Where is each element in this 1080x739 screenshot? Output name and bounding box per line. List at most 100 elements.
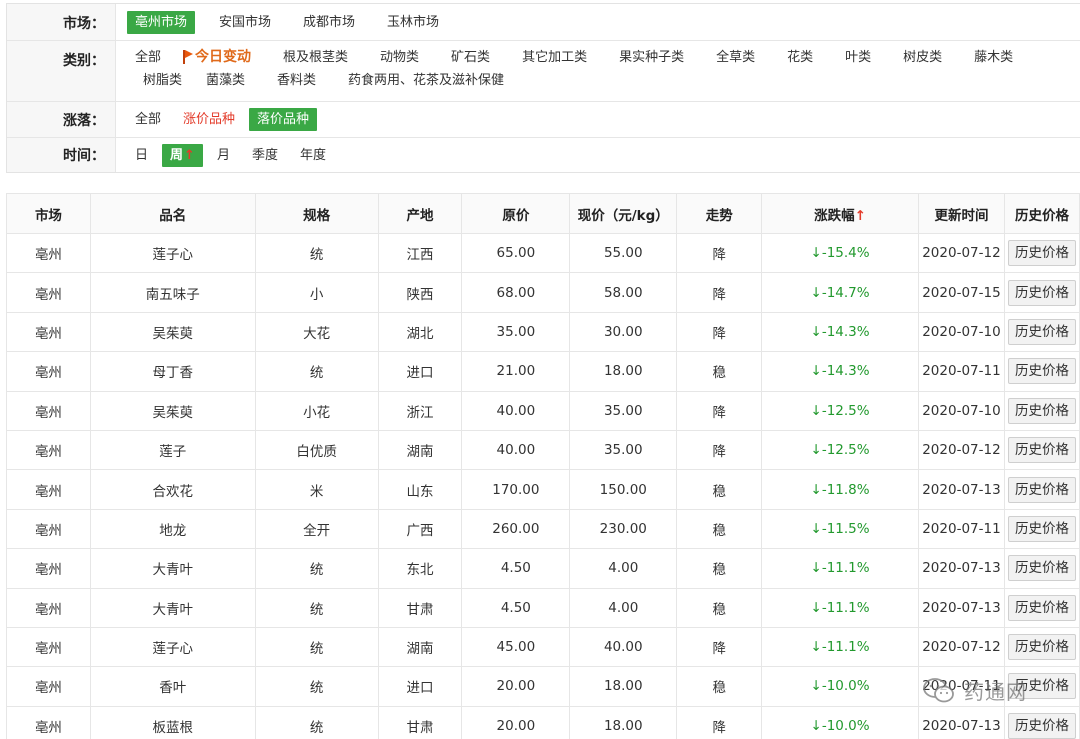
watermark-text: 药通网 — [964, 680, 1027, 704]
category-option-today-change[interactable]: 今日变动 — [175, 46, 259, 69]
cell-history: 历史价格 — [1003, 626, 1080, 668]
category-option-vines[interactable]: 藤木类 — [966, 46, 1021, 69]
cell-spec: 白优质 — [254, 429, 379, 471]
cell-original-price: 20.00 — [461, 705, 571, 739]
market-option-bozhou[interactable]: 亳州市场 — [127, 10, 196, 34]
time-option-month[interactable]: 月 — [209, 144, 238, 167]
time-option-quarter[interactable]: 季度 — [244, 144, 286, 167]
cell-original-price: 40.00 — [461, 390, 571, 431]
category-option-mineral[interactable]: 矿石类 — [443, 46, 498, 69]
cell-update-time: 2020-07-15 — [917, 272, 1005, 313]
cell-origin: 甘肃 — [377, 705, 463, 739]
filter-row-category: 类别： 全部 今日变动 根及根茎类 动物类 矿石类 其它加工类 果实种子类 全草… — [7, 41, 1080, 102]
category-option-food-medicine[interactable]: 药食两用、花茶及滋补保健 — [340, 69, 512, 92]
cell-market: 亳州 — [6, 705, 91, 739]
change-option-rising[interactable]: 涨价品种 — [175, 108, 243, 131]
table-row: 亳州 南五味子小陕西 68.00 58.00 降 ↓-14.7% 2020-07-15 历史价… — [6, 272, 1080, 313]
category-option-processed[interactable]: 其它加工类 — [514, 46, 595, 69]
cell-current-price: 4.00 — [569, 587, 678, 628]
sort-up-icon: ↑ — [854, 207, 866, 224]
table-row: 亳州 板蓝根统甘肃 20.00 18.00 降 ↓-10.0% 2020-07-13 历史价格 — [6, 705, 1080, 739]
table-row: 亳州 香叶统进口 20.00 18.00 稳 ↓-10.0% 2020-07-11 历史价格 — [6, 666, 1080, 707]
cell-history: 历史价格 — [1003, 351, 1080, 392]
cell-name: 地龙 — [89, 508, 256, 550]
category-option-spices[interactable]: 香料类 — [269, 69, 324, 92]
cell-market: 亳州 — [6, 272, 91, 313]
cell-trend: 降 — [676, 429, 763, 471]
cell-current-price: 18.00 — [569, 351, 678, 392]
history-price-button[interactable]: 历史价格 — [1007, 279, 1076, 306]
cell-history: 历史价格 — [1003, 232, 1080, 274]
filter-label-category: 类别： — [7, 41, 116, 101]
cell-origin: 浙江 — [377, 390, 463, 431]
cell-spec: 统 — [254, 548, 379, 589]
history-price-button[interactable]: 历史价格 — [1007, 594, 1076, 621]
history-price-button[interactable]: 历史价格 — [1007, 712, 1076, 739]
cell-name: 大青叶 — [89, 587, 256, 628]
filter-panel: 市场： 亳州市场 安国市场 成都市场 玉林市场 类别： 全部 今日变动 根及根茎… — [6, 3, 1080, 173]
header-trend: 走势 — [676, 193, 763, 234]
cell-market: 亳州 — [6, 429, 91, 471]
cell-market: 亳州 — [6, 666, 91, 707]
category-option-resin[interactable]: 树脂类 — [135, 69, 190, 92]
cell-change-rate: ↓-11.1% — [761, 587, 919, 628]
category-option-leaves[interactable]: 叶类 — [837, 46, 879, 69]
category-option-fruits-seeds[interactable]: 果实种子类 — [611, 46, 692, 69]
category-option-bark[interactable]: 树皮类 — [895, 46, 950, 69]
category-option-fungi-algae[interactable]: 菌藻类 — [198, 69, 253, 92]
time-option-week[interactable]: 周↑ — [162, 143, 203, 167]
category-option-animal[interactable]: 动物类 — [372, 46, 427, 69]
market-option-chengdu[interactable]: 成都市场 — [295, 11, 363, 34]
history-price-button[interactable]: 历史价格 — [1007, 318, 1076, 345]
category-option-whole-herb[interactable]: 全草类 — [708, 46, 763, 69]
cell-update-time: 2020-07-10 — [917, 311, 1005, 353]
history-price-button[interactable]: 历史价格 — [1007, 358, 1076, 385]
cell-current-price: 230.00 — [569, 508, 678, 550]
history-price-button[interactable]: 历史价格 — [1007, 515, 1076, 542]
cell-current-price: 40.00 — [569, 626, 678, 668]
cell-origin: 广西 — [377, 508, 463, 550]
cell-spec: 小花 — [254, 390, 379, 431]
cell-original-price: 40.00 — [461, 429, 571, 471]
history-price-button[interactable]: 历史价格 — [1007, 555, 1076, 582]
change-option-falling[interactable]: 落价品种 — [249, 108, 318, 131]
cell-trend: 稳 — [676, 666, 763, 707]
cell-history: 历史价格 — [1003, 311, 1080, 353]
cell-history: 历史价格 — [1003, 548, 1080, 589]
cell-update-time: 2020-07-11 — [917, 508, 1005, 550]
header-spec: 规格 — [254, 193, 379, 234]
history-price-button[interactable]: 历史价格 — [1007, 476, 1076, 503]
history-price-button[interactable]: 历史价格 — [1007, 397, 1076, 424]
cell-current-price: 55.00 — [569, 232, 678, 274]
cell-current-price: 4.00 — [569, 548, 678, 589]
cell-name: 吴茱萸 — [89, 311, 256, 353]
time-option-day[interactable]: 日 — [127, 144, 156, 167]
cell-name: 莲子心 — [89, 232, 256, 274]
history-price-button[interactable]: 历史价格 — [1007, 437, 1076, 464]
cell-change-rate: ↓-14.7% — [761, 272, 919, 313]
cell-origin: 陕西 — [377, 272, 463, 313]
cell-current-price: 30.00 — [569, 311, 678, 353]
cell-market: 亳州 — [6, 232, 91, 274]
change-option-all[interactable]: 全部 — [127, 108, 169, 131]
history-price-button[interactable]: 历史价格 — [1007, 634, 1076, 661]
category-option-all[interactable]: 全部 — [127, 46, 169, 69]
cell-origin: 进口 — [377, 666, 463, 707]
cell-name: 莲子心 — [89, 626, 256, 668]
category-option-roots[interactable]: 根及根茎类 — [275, 46, 356, 69]
category-option-flowers[interactable]: 花类 — [779, 46, 821, 69]
filter-row-change: 涨落： 全部 涨价品种 落价品种 — [7, 102, 1080, 138]
time-option-year[interactable]: 年度 — [292, 144, 334, 167]
market-option-yulin[interactable]: 玉林市场 — [379, 11, 447, 34]
cell-current-price: 35.00 — [569, 429, 678, 471]
cell-spec: 统 — [254, 587, 379, 628]
cell-origin: 山东 — [377, 469, 463, 510]
cell-original-price: 21.00 — [461, 351, 571, 392]
cell-trend: 降 — [676, 390, 763, 431]
market-option-anguo[interactable]: 安国市场 — [211, 11, 279, 34]
header-change-rate[interactable]: 涨跌幅↑ — [761, 193, 919, 234]
cell-spec: 大花 — [254, 311, 379, 353]
cell-market: 亳州 — [6, 390, 91, 431]
history-price-button[interactable]: 历史价格 — [1007, 240, 1076, 267]
cell-spec: 统 — [254, 232, 379, 274]
